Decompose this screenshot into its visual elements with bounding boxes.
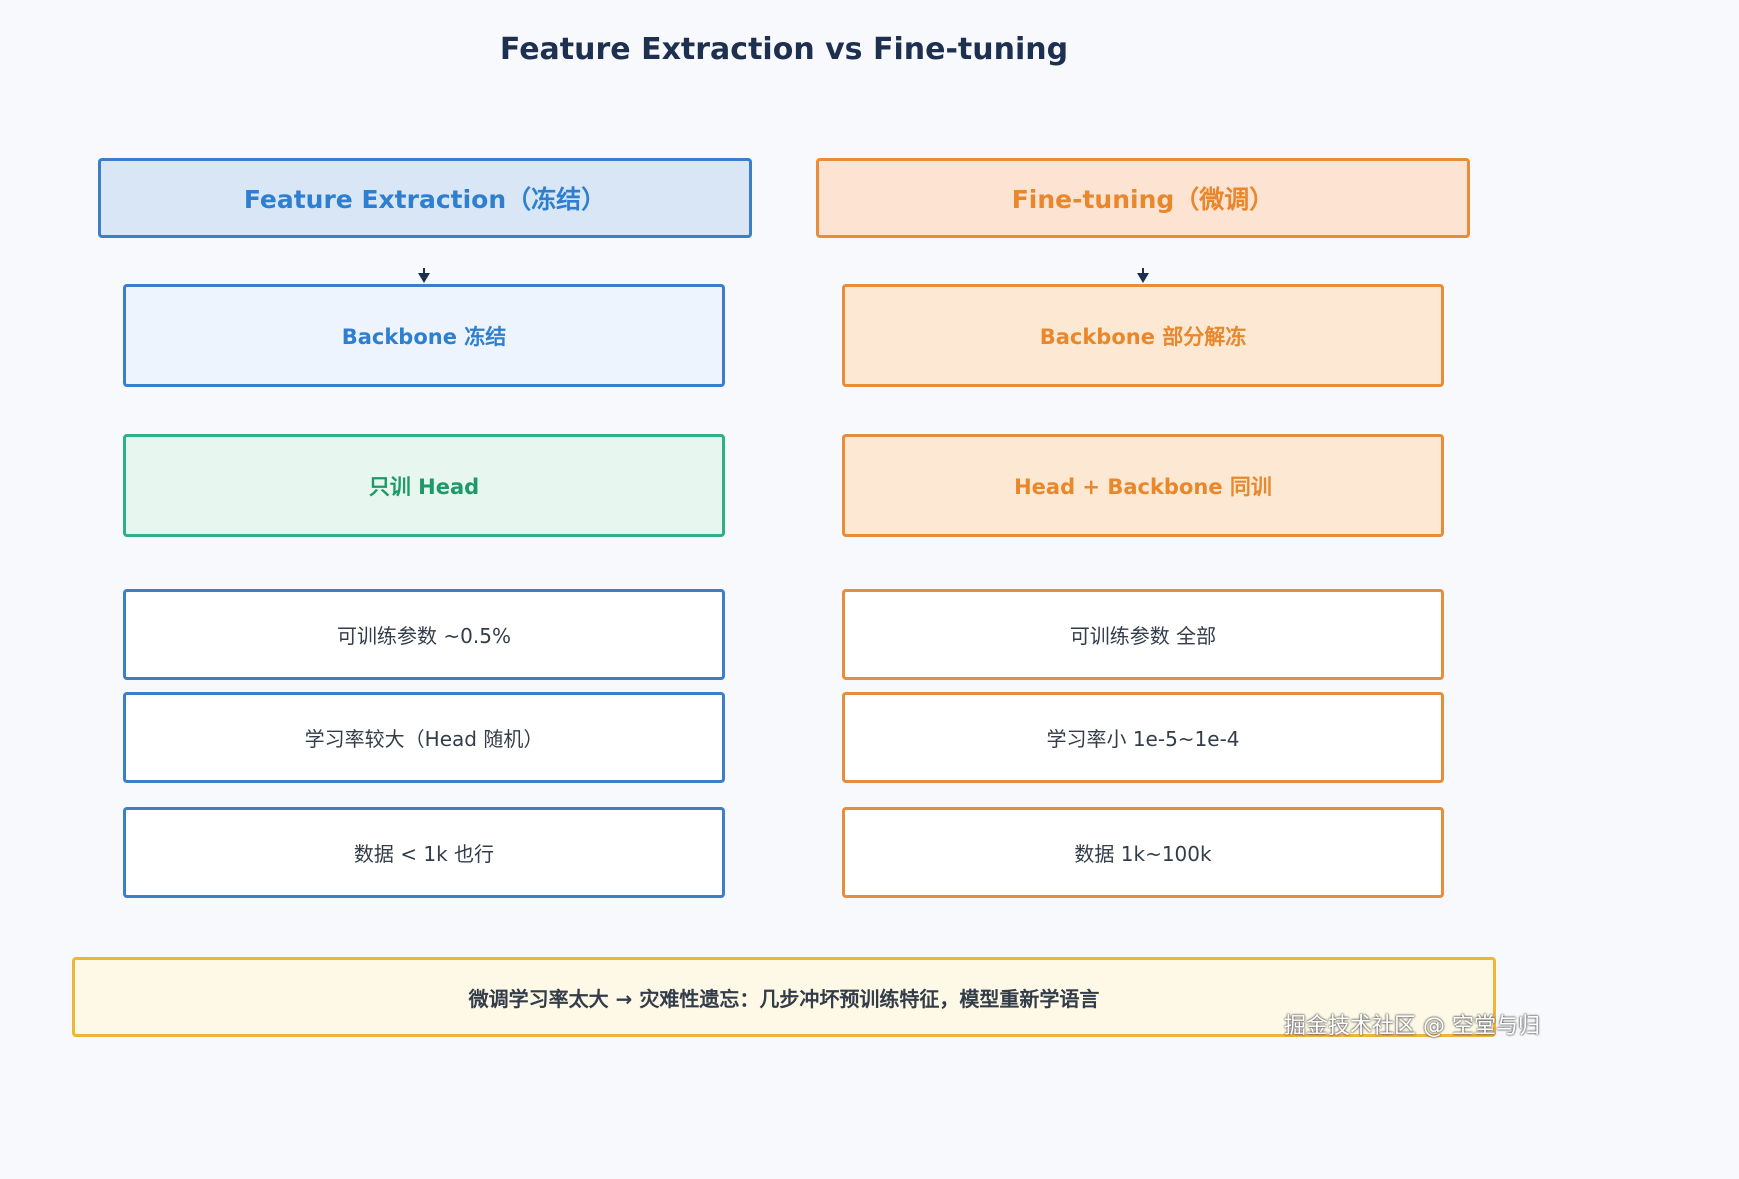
right-stat-lr: 学习率小 1e-5~1e-4 (842, 692, 1444, 783)
left-stat-data: 数据 < 1k 也行 (123, 807, 725, 898)
warning-note: 微调学习率太大 → 灾难性遗忘：几步冲坏预训练特征，模型重新学语言 (72, 957, 1496, 1037)
right-stat-data: 数据 1k~100k (842, 807, 1444, 898)
right-stat-params: 可训练参数 全部 (842, 589, 1444, 680)
fine-tuning-header: Fine-tuning（微调） (816, 158, 1470, 238)
right-backbone-unfreeze-box: Backbone 部分解冻 (842, 284, 1444, 387)
diagram-title: Feature Extraction vs Fine-tuning (499, 32, 1069, 67)
left-arrow-down-icon (418, 273, 430, 283)
right-train-both-box: Head + Backbone 同训 (842, 434, 1444, 537)
left-stat-lr: 学习率较大（Head 随机） (123, 692, 725, 783)
left-backbone-frozen-box: Backbone 冻结 (123, 284, 725, 387)
left-train-head-box: 只训 Head (123, 434, 725, 537)
watermark: 掘金技术社区 @ 空堂与归 (1284, 1014, 1540, 1039)
left-stat-params: 可训练参数 ~0.5% (123, 589, 725, 680)
right-arrow-down-icon (1137, 273, 1149, 283)
feature-extraction-header: Feature Extraction（冻结） (98, 158, 752, 238)
